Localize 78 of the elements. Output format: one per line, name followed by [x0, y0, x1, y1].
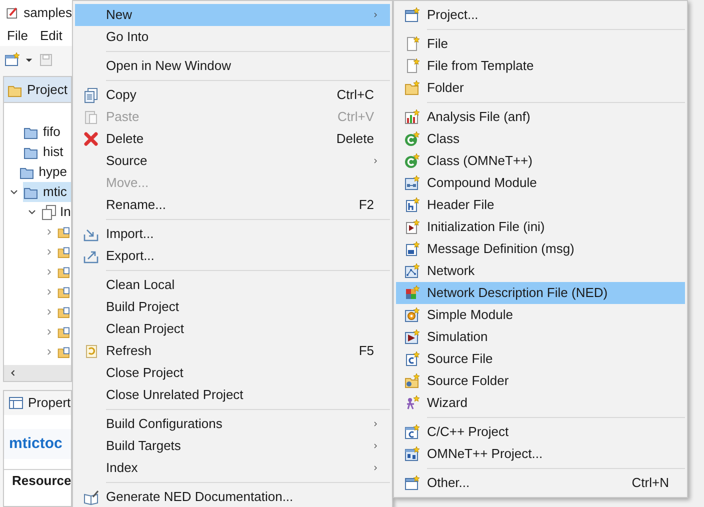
gear-icon — [404, 307, 420, 323]
menu-item[interactable]: File — [396, 33, 685, 55]
menu-item[interactable]: Wizard — [396, 392, 685, 414]
omnet-project-icon — [404, 446, 420, 462]
menu-item[interactable]: Build Targets — [75, 435, 390, 457]
menu-item[interactable]: File from Template — [396, 55, 685, 77]
menu-item[interactable]: Source Folder — [396, 370, 685, 392]
new-folder-icon — [404, 80, 420, 96]
tree-item[interactable]: In — [60, 202, 71, 222]
menu-item[interactable]: Export... — [75, 245, 390, 267]
horizontal-scrollbar[interactable] — [4, 365, 71, 381]
header-file-icon — [404, 197, 420, 213]
cpp-project-icon — [404, 424, 420, 440]
menu-item[interactable]: Header File — [396, 194, 685, 216]
book-icon — [82, 489, 98, 505]
class-icon — [404, 131, 420, 147]
menu-item[interactable]: Copy Ctrl+C — [75, 84, 390, 106]
menu-item[interactable]: Message Definition (msg) — [396, 238, 685, 260]
menu-item[interactable]: New — [75, 4, 390, 26]
menu-item[interactable]: OMNeT++ Project... — [396, 443, 685, 465]
menu-item[interactable]: Import... — [75, 223, 390, 245]
source-folder-icon — [404, 373, 420, 389]
new-window-icon — [404, 475, 420, 491]
new-window-icon — [4, 52, 20, 68]
paste-icon — [82, 109, 98, 125]
menu-item[interactable]: Rename... F2 — [75, 194, 390, 216]
chart-icon — [404, 109, 420, 125]
menu-item[interactable]: Simple Module — [396, 304, 685, 326]
message-file-icon — [404, 241, 420, 257]
app-logo-icon — [6, 5, 19, 21]
simulation-icon — [404, 329, 420, 345]
menu-item[interactable]: Delete Delete — [75, 128, 390, 150]
menu-bar-item[interactable]: Edit — [40, 26, 62, 46]
menu-item[interactable]: Index — [75, 457, 390, 479]
menu-item[interactable]: Class — [396, 128, 685, 150]
menu-item[interactable]: Open in New Window — [75, 55, 390, 77]
network-icon — [404, 263, 420, 279]
source-file-icon — [404, 351, 420, 367]
tree-item[interactable]: mtic — [23, 182, 71, 202]
menu-item[interactable]: Project... — [396, 4, 685, 26]
menu-item[interactable]: Simulation — [396, 326, 685, 348]
section-tab[interactable]: Resource — [12, 470, 72, 490]
menu-item[interactable]: C/C++ Project — [396, 421, 685, 443]
menu-bar-item[interactable]: File — [7, 26, 28, 46]
menu-item[interactable]: Class (OMNeT++) — [396, 150, 685, 172]
compound-module-icon — [404, 175, 420, 191]
menu-item[interactable]: Compound Module — [396, 172, 685, 194]
menu-item[interactable]: Analysis File (anf) — [396, 106, 685, 128]
tree-item[interactable]: hist — [23, 142, 68, 162]
include-icon — [41, 204, 57, 220]
ini-file-icon — [404, 219, 420, 235]
menu-item[interactable]: Refresh F5 — [75, 340, 390, 362]
menu-item[interactable]: Network Description File (NED) — [396, 282, 685, 304]
menu-item[interactable]: Initialization File (ini) — [396, 216, 685, 238]
menu-item[interactable]: Close Project — [75, 362, 390, 384]
tree-item[interactable]: hype — [18, 162, 71, 182]
menu-item[interactable]: Clean Project — [75, 318, 390, 340]
menu-item[interactable]: Folder — [396, 77, 685, 99]
menu-item[interactable]: Network — [396, 260, 685, 282]
menu-item[interactable]: Other... Ctrl+N — [396, 472, 685, 494]
window-title: samples — [24, 4, 72, 22]
menu-item[interactable]: Close Unrelated Project — [75, 384, 390, 406]
ned-file-icon — [404, 285, 420, 301]
menu-item[interactable]: Generate NED Documentation... — [75, 486, 390, 507]
copy-icon — [82, 87, 98, 103]
menu-item[interactable]: Build Project — [75, 296, 390, 318]
table-icon — [8, 395, 24, 411]
menu-item[interactable]: Clean Local — [75, 274, 390, 296]
properties-title: mtictoc — [9, 434, 62, 454]
menu-item[interactable]: Go Into — [75, 26, 390, 48]
menu-item[interactable]: Build Configurations — [75, 413, 390, 435]
save-icon — [38, 52, 54, 68]
class-icon — [404, 153, 420, 169]
menu-item[interactable]: Source — [75, 150, 390, 172]
delete-icon — [82, 131, 98, 147]
menu-item[interactable]: Source File — [396, 348, 685, 370]
new-window-icon — [404, 7, 420, 23]
tree-item[interactable]: fifo — [23, 122, 64, 142]
